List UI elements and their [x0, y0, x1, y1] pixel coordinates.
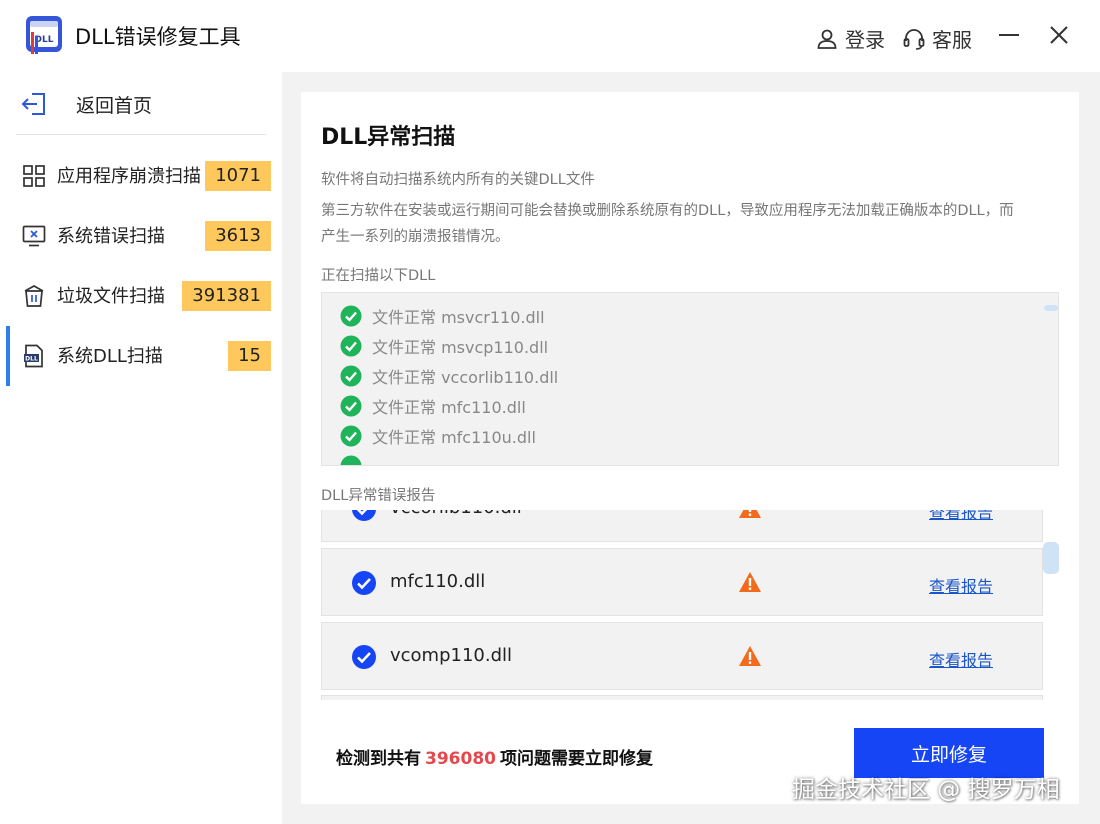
scan-list[interactable]: 文件正常 msvcr110.dll 文件正常 msvcp110.dll 文件正常…: [321, 292, 1059, 466]
report-row: vcomp110.dll 查看报告: [321, 622, 1043, 690]
view-report-link[interactable]: 查看报告: [929, 510, 993, 523]
report-dll-name: vccorlib110.dll: [390, 510, 522, 518]
warning-icon: [739, 646, 761, 666]
monitor-error-icon: [22, 225, 46, 247]
back-home-label: 返回首页: [76, 94, 153, 117]
page-title: DLL异常扫描: [321, 125, 456, 150]
summary-suffix: 项问题需要立即修复: [499, 749, 653, 769]
scan-item-partial: [340, 453, 362, 465]
check-circle-icon[interactable]: [351, 570, 377, 596]
report-row-partial: [321, 695, 1043, 700]
report-list[interactable]: vccorlib110.dll 查看报告 mfc110.dll 查看报告: [321, 510, 1043, 700]
scan-item-text: 文件正常 mfc110.dll: [372, 398, 526, 417]
headset-icon: [903, 28, 925, 50]
customer-service-button[interactable]: 客服: [902, 24, 972, 53]
check-circle-icon[interactable]: [351, 644, 377, 670]
sidebar-item-system-dll-scan[interactable]: DLL 系统DLL扫描 15: [0, 326, 282, 386]
description-line-2: 第三方软件在安装或运行期间可能会替换或删除系统原有的DLL，导致应用程序无法加载…: [321, 203, 1014, 245]
check-circle-icon: [340, 305, 362, 327]
scanning-label: 正在扫描以下DLL: [321, 268, 436, 284]
scan-item: 文件正常 msvcr110.dll: [340, 303, 545, 329]
scan-item: 文件正常 vccorlib110.dll: [340, 363, 558, 389]
report-label: DLL异常错误报告: [321, 488, 436, 504]
sidebar-item-system-error-scan[interactable]: 系统错误扫描 3613: [0, 206, 282, 266]
warning-icon: [739, 572, 761, 592]
check-circle-icon: [340, 425, 362, 447]
login-button[interactable]: 登录: [815, 24, 885, 53]
issue-count: 396080: [425, 749, 496, 769]
scan-item: 文件正常 msvcp110.dll: [340, 333, 548, 359]
check-circle-icon: [340, 395, 362, 417]
count-badge: 391381: [182, 281, 271, 311]
scan-item: 文件正常 mfc110.dll: [340, 393, 526, 419]
app-logo-icon: DLL: [26, 16, 62, 54]
check-circle-icon: [340, 455, 362, 465]
sidebar-item-label: 垃圾文件扫描: [57, 286, 165, 307]
check-circle-icon: [340, 335, 362, 357]
sidebar: 返回首页 应用程序崩溃扫描 1071 系统错误扫描 3613 垃圾文件扫描 39…: [0, 72, 282, 824]
sidebar-item-label: 系统错误扫描: [57, 226, 165, 247]
minimize-icon[interactable]: [996, 22, 1022, 48]
sidebar-item-label: 应用程序崩溃扫描: [57, 166, 201, 187]
app-title: DLL错误修复工具: [75, 25, 241, 49]
scan-item-text: 文件正常 mfc110u.dll: [372, 428, 536, 447]
title-bar: DLL DLL错误修复工具 登录 客服: [0, 0, 1100, 72]
back-arrow-icon: [21, 93, 45, 115]
report-row: vccorlib110.dll 查看报告: [321, 510, 1043, 542]
count-badge: 3613: [205, 221, 271, 251]
login-label: 登录: [845, 28, 885, 52]
check-circle-icon[interactable]: [351, 510, 377, 522]
report-dll-name: mfc110.dll: [390, 571, 486, 592]
close-icon[interactable]: [1046, 22, 1072, 48]
summary-prefix: 检测到共有: [336, 749, 421, 769]
report-list-scrollbar[interactable]: [1043, 542, 1059, 574]
scan-item-text: 文件正常 msvcr110.dll: [372, 308, 545, 327]
grid-icon: [23, 165, 45, 187]
sidebar-item-junk-file-scan[interactable]: 垃圾文件扫描 391381: [0, 266, 282, 326]
main-panel: DLL异常扫描 软件将自动扫描系统内所有的关键DLL文件 第三方软件在安装或运行…: [301, 92, 1079, 804]
dll-file-icon: DLL: [24, 344, 43, 368]
report-dll-name: vcomp110.dll: [390, 645, 513, 666]
sidebar-divider: [16, 134, 266, 135]
scan-item: 文件正常 mfc110u.dll: [340, 423, 536, 449]
issue-summary: 检测到共有 396080 项问题需要立即修复: [336, 744, 653, 769]
view-report-link[interactable]: 查看报告: [929, 573, 993, 597]
watermark: 掘金技术社区 @ 搜罗万相: [792, 777, 1060, 803]
scan-item-text: 文件正常 vccorlib110.dll: [372, 368, 559, 387]
trash-icon: [24, 285, 44, 307]
service-label: 客服: [932, 28, 972, 52]
sidebar-item-app-crash-scan[interactable]: 应用程序崩溃扫描 1071: [0, 146, 282, 206]
svg-text:DLL: DLL: [25, 356, 38, 363]
scan-item-text: 文件正常 msvcp110.dll: [372, 338, 549, 357]
sidebar-item-label: 系统DLL扫描: [57, 346, 163, 367]
scan-list-scrollbar[interactable]: [1044, 305, 1058, 311]
description-line-1: 软件将自动扫描系统内所有的关键DLL文件: [321, 172, 595, 188]
check-circle-icon: [340, 365, 362, 387]
report-row: mfc110.dll 查看报告: [321, 548, 1043, 616]
warning-icon: [739, 510, 761, 518]
user-icon: [817, 29, 837, 49]
back-home-button[interactable]: 返回首页: [20, 90, 152, 118]
count-badge: 15: [228, 341, 271, 371]
view-report-link[interactable]: 查看报告: [929, 647, 993, 671]
count-badge: 1071: [205, 161, 271, 191]
